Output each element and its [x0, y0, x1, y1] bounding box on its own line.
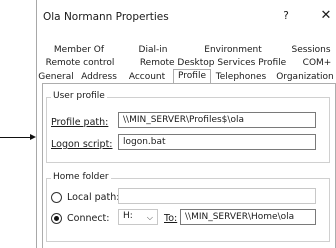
local-path-radio[interactable] [51, 192, 62, 203]
user-profile-legend: User profile [51, 91, 107, 101]
title-bar: Ola Normann Properties ? ✕ [37, 0, 336, 30]
annotation-arrow-line [0, 137, 30, 138]
tab-address[interactable]: Address [77, 71, 121, 83]
local-path-input[interactable] [118, 188, 316, 204]
to-label: To: [164, 213, 178, 224]
connect-radio-selected-dot [54, 216, 59, 221]
tab-member-of[interactable]: Member Of [49, 44, 109, 56]
window-title: Ola Normann Properties [43, 11, 169, 23]
drive-letter-value: H: [123, 211, 133, 221]
to-path-input[interactable]: \\MIN_SERVER\Home\ola [180, 209, 316, 225]
tab-organization[interactable]: Organization [273, 71, 336, 83]
logon-script-label: Logon script: [51, 139, 113, 150]
tab-sessions[interactable]: Sessions [285, 44, 336, 56]
chevron-down-icon: ⌵ [146, 213, 153, 222]
profile-path-input[interactable]: \\MIN_SERVER\Profiles$\ola [118, 112, 316, 128]
logon-script-input[interactable]: logon.bat [118, 134, 316, 150]
tab-remote-desktop-services-profile[interactable]: Remote Desktop Services Profile [133, 57, 293, 69]
drive-letter-select[interactable]: H: ⌵ [118, 209, 158, 225]
user-profile-group [46, 97, 330, 163]
tab-account[interactable]: Account [123, 71, 171, 83]
tab-profile[interactable]: Profile [173, 69, 211, 83]
tab-remote-control[interactable]: Remote control [45, 57, 115, 69]
profile-path-label: Profile path: [51, 117, 109, 128]
tab-general[interactable]: General [37, 71, 75, 83]
local-path-label: Local path: [67, 192, 120, 203]
tab-dial-in[interactable]: Dial-in [129, 44, 177, 56]
help-button[interactable]: ? [279, 10, 293, 22]
connect-radio[interactable] [51, 213, 62, 224]
properties-dialog: Ola Normann Properties ? ✕ Member Of Dia… [36, 0, 336, 248]
close-button[interactable]: ✕ [319, 8, 333, 23]
home-folder-legend: Home folder [51, 172, 111, 182]
connect-label: Connect: [67, 213, 110, 224]
tab-environment[interactable]: Environment [193, 44, 273, 56]
tab-com-plus[interactable]: COM+ [299, 57, 335, 69]
tab-telephones[interactable]: Telephones [213, 71, 269, 83]
tab-panel: User profile Profile path: \\MIN_SERVER\… [42, 83, 336, 248]
